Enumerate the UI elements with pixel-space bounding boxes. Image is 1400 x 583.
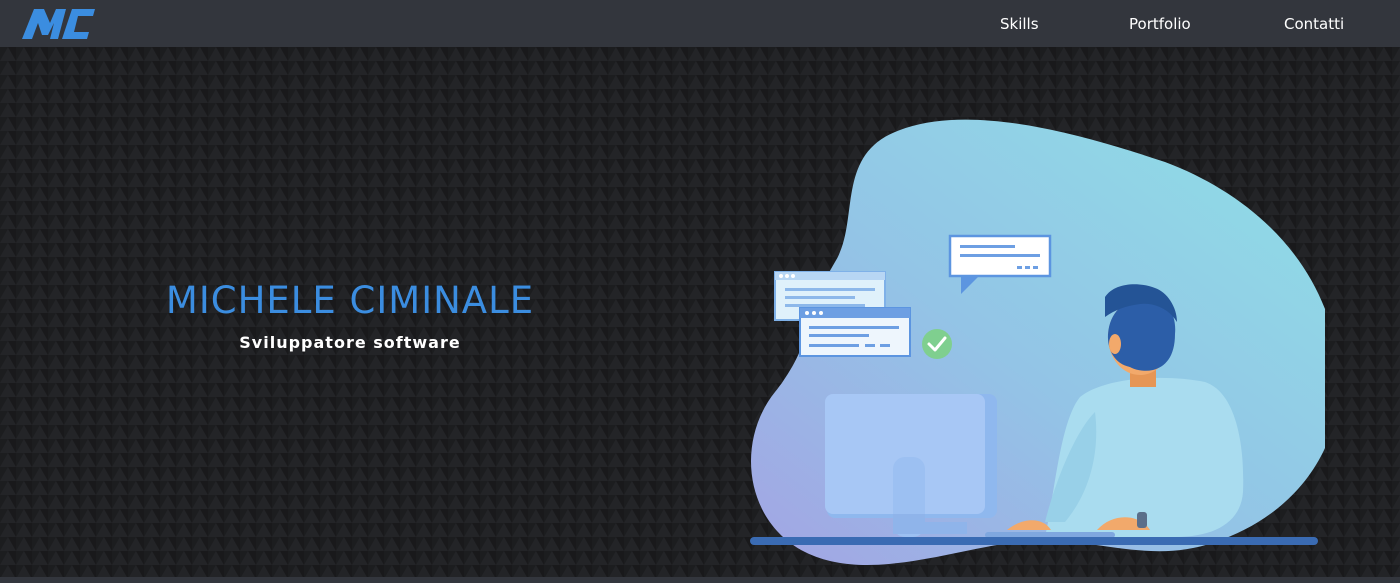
nav-link-portfolio[interactable]: Portfolio [1129,15,1191,33]
nav-link-contatti[interactable]: Contatti [1284,15,1344,33]
logo-icon[interactable] [22,9,95,39]
hero-role: Sviluppatore software [239,333,461,352]
code-window-2-icon [799,307,911,357]
monitor-icon [825,394,997,537]
bottom-strip [0,577,1400,583]
nav-link-skills[interactable]: Skills [1000,15,1039,33]
check-badge-icon [922,329,952,359]
hero-name: MICHELE CIMINALE [165,279,535,322]
navbar: Skills Portfolio Contatti [0,0,1400,47]
desk-icon [750,537,1318,545]
developer-illustration [750,119,1325,565]
hero-section: MICHELE CIMINALE Sviluppatore software [0,47,1400,577]
